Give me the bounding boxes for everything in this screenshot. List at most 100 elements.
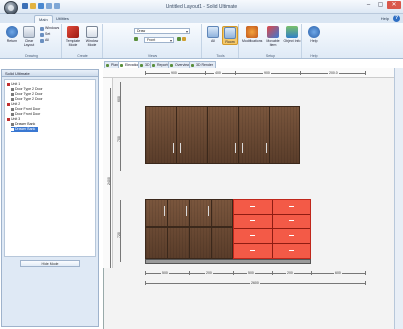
view-type-dropdown[interactable]: Draw <box>134 28 190 34</box>
cabinet-door[interactable] <box>208 107 239 163</box>
group-label: Tools <box>216 54 225 58</box>
window-mode-icon <box>86 26 98 38</box>
left-dimension-line <box>120 200 121 262</box>
bottom-dimension-line <box>145 273 365 274</box>
dimension-tick <box>365 281 366 285</box>
upper-cabinet-unit[interactable] <box>145 106 300 164</box>
cabinet-door[interactable] <box>177 107 208 163</box>
template-mode-icon <box>67 26 79 38</box>
minimize-button[interactable]: – <box>363 1 374 9</box>
window-mode-button[interactable]: Window Mode <box>84 26 100 47</box>
ribbon-group-create: Template Mode Window Mode Create <box>63 24 103 58</box>
cabinet-door[interactable] <box>239 107 270 163</box>
all-small-button[interactable]: All <box>40 38 49 43</box>
item-icon <box>11 88 14 91</box>
hide-mode-button[interactable]: Hide Mode <box>20 260 80 267</box>
return-button[interactable]: Return <box>4 26 20 43</box>
door-handle <box>266 143 267 153</box>
left-dimension-bar <box>103 78 113 268</box>
dimension-label: 200 <box>286 271 294 275</box>
door-handle <box>173 143 174 153</box>
ribbon-group-setup: Modifications Movable Item Object Info S… <box>240 24 302 58</box>
close-button[interactable]: ✕ <box>387 1 401 9</box>
help-button[interactable]: Help <box>306 26 322 43</box>
maximize-button[interactable]: ▢ <box>375 1 386 9</box>
view-back-button[interactable] <box>134 37 138 41</box>
room-icon <box>224 27 236 39</box>
tab-utilities[interactable]: Utilities <box>52 15 73 23</box>
all-button[interactable]: All <box>205 26 221 43</box>
view-forward-button[interactable] <box>177 37 186 41</box>
tab-main[interactable]: Main <box>34 15 53 23</box>
door-handle <box>208 206 209 216</box>
template-mode-button[interactable]: Template Mode <box>65 26 81 47</box>
tree-node-selected[interactable]: Drawer Bank <box>11 127 39 132</box>
ribbon-group-help: Help Help <box>303 24 325 58</box>
cabinet-door[interactable] <box>146 107 177 163</box>
drawer-handle <box>250 235 255 236</box>
help-icon[interactable]: ? <box>393 15 400 22</box>
drawer-handle <box>289 250 294 251</box>
doc-tab-3d-render[interactable]: 3D Render <box>189 61 216 68</box>
modifications-button[interactable]: Modifications <box>242 26 262 43</box>
vertical-scrollbar[interactable] <box>394 68 403 329</box>
clear-layout-button[interactable]: Clear Layout <box>21 26 37 47</box>
set-icon <box>40 32 44 37</box>
group-label: Create <box>77 54 88 58</box>
group-label: Help <box>310 54 318 58</box>
door-handle <box>164 206 165 216</box>
drawer-handle <box>289 206 294 207</box>
drawer-handle <box>289 220 294 221</box>
window-title: Untitled Layout1 - Solid Ultimate <box>165 4 238 10</box>
dimension-tick <box>235 71 236 75</box>
drawer-handle <box>289 235 294 236</box>
lower-cabinet-unit[interactable] <box>145 199 233 259</box>
unit-tree[interactable]: Unit 1 Door Type 2 Door Door Type 2 Door… <box>4 79 96 257</box>
object-info-button[interactable]: Object Info <box>283 26 301 43</box>
dimension-tick <box>145 271 146 275</box>
movable-item-icon <box>267 26 279 38</box>
title-bar: Untitled Layout1 - Solid Ultimate – ▢ ✕ <box>0 0 403 15</box>
dimension-label: 500 <box>247 271 255 275</box>
dimension-label: 720 <box>117 232 121 238</box>
modifications-icon <box>246 26 258 38</box>
view-direction-dropdown[interactable]: Front <box>144 37 174 43</box>
item-icon <box>11 93 14 96</box>
dimension-label: 200.0 <box>328 71 339 75</box>
room-button[interactable]: Room <box>222 26 238 45</box>
tab-icon <box>152 64 155 67</box>
selected-drawer-bank[interactable] <box>233 199 311 259</box>
unit-icon <box>7 118 10 121</box>
plinth <box>145 259 311 264</box>
drawer-handle <box>250 250 255 251</box>
ribbon-group-views: Draw Front Views <box>104 24 202 58</box>
help-label[interactable]: Help <box>381 16 389 21</box>
group-label: Setup <box>265 54 276 58</box>
group-label: Drawing <box>25 54 38 58</box>
ribbon-group-tools: All Room Tools <box>203 24 239 58</box>
dimension-label: 600 <box>334 271 342 275</box>
dimension-tick <box>300 71 301 75</box>
dimension-label: 200 <box>205 271 213 275</box>
tab-icon <box>140 64 143 67</box>
clear-layout-icon <box>23 26 35 38</box>
return-icon <box>6 26 18 38</box>
windows-icon <box>40 26 44 31</box>
all-view-icon <box>207 26 219 38</box>
dimension-tick <box>233 271 234 275</box>
arrow-left-icon <box>134 37 138 41</box>
dimension-label: 2600 <box>250 281 260 285</box>
cabinet-shelf <box>146 226 232 228</box>
door-handle <box>180 143 181 153</box>
movable-item-button[interactable]: Movable Item <box>263 26 283 47</box>
set-button[interactable]: Set <box>40 32 50 37</box>
tab-icon <box>191 64 194 67</box>
item-icon <box>11 128 14 131</box>
document-tabs: Plan Elevation 3D Reports Overview 3D Re… <box>102 60 364 68</box>
group-label: Views <box>147 54 158 58</box>
ribbon: Return Clear Layout Windows Set All Draw… <box>0 23 403 59</box>
windows-button[interactable]: Windows <box>40 26 59 31</box>
door-handle <box>235 143 236 153</box>
window-controls: – ▢ ✕ <box>363 1 401 9</box>
door-handle <box>186 206 187 216</box>
